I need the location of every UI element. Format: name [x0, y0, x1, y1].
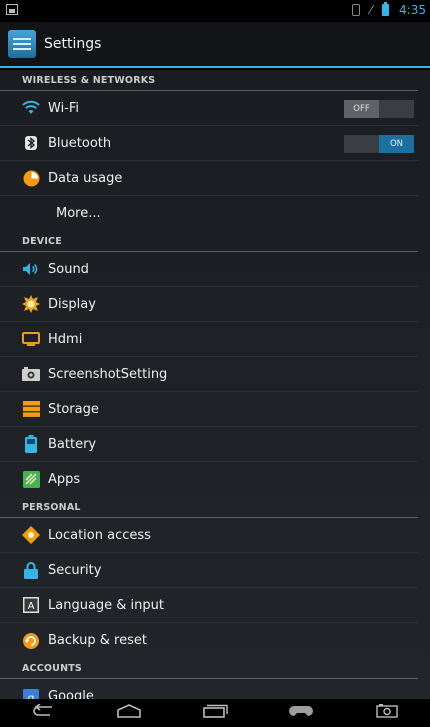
wifi-label: Wi-Fi	[48, 100, 80, 116]
settings-item-data-usage[interactable]: Data usage	[0, 161, 418, 196]
lock-icon	[22, 561, 40, 579]
status-icons: ⁄ 4:35	[352, 2, 426, 17]
section-header-wireless: WIRELESS & NETWORKS	[0, 70, 418, 91]
settings-item-battery[interactable]: Battery	[0, 427, 418, 462]
settings-item-google[interactable]: g Google	[0, 679, 418, 699]
google-icon: g	[22, 688, 40, 699]
section-header-personal: PERSONAL	[0, 497, 418, 518]
keyboard-icon: A	[22, 596, 40, 614]
settings-item-wifi[interactable]: Wi-Fi OFF	[0, 91, 418, 126]
backup-icon	[22, 632, 40, 650]
settings-item-language[interactable]: A Language & input	[0, 588, 418, 623]
settings-list[interactable]: WIRELESS & NETWORKS Wi-Fi OFF Bluetooth …	[0, 70, 430, 699]
display-label: Display	[48, 296, 96, 312]
wifi-toggle[interactable]: OFF	[344, 100, 414, 118]
language-input-label: Language & input	[48, 597, 164, 613]
data-usage-label: Data usage	[48, 170, 123, 186]
status-bar: ⁄ 4:35	[0, 0, 430, 22]
settings-item-apps[interactable]: Apps	[0, 462, 418, 497]
section-header-accounts: ACCOUNTS	[0, 658, 418, 679]
settings-app-icon[interactable]	[8, 30, 36, 58]
svg-text:A: A	[28, 601, 35, 612]
apps-icon	[22, 471, 40, 489]
svg-text:g: g	[28, 691, 35, 699]
wifi-icon	[22, 99, 40, 117]
settings-item-backup[interactable]: Backup & reset	[0, 623, 418, 658]
speaker-icon	[22, 260, 40, 278]
settings-item-more[interactable]: More...	[0, 196, 418, 231]
screenshot-notification-icon	[6, 4, 18, 15]
page-title: Settings	[44, 36, 102, 52]
mute-icon: ⁄	[370, 3, 373, 17]
settings-item-location[interactable]: Location access	[0, 518, 418, 553]
bluetooth-toggle-state: ON	[379, 135, 414, 153]
location-access-label: Location access	[48, 527, 151, 543]
screenshot-icon[interactable]	[367, 704, 407, 722]
bluetooth-label: Bluetooth	[48, 135, 112, 151]
settings-item-bluetooth[interactable]: Bluetooth ON	[0, 126, 418, 161]
settings-item-hdmi[interactable]: Hdmi	[0, 322, 418, 357]
camera-icon	[22, 365, 40, 383]
screenshot-setting-label: ScreenshotSetting	[48, 366, 168, 382]
settings-item-screenshot[interactable]: ScreenshotSetting	[0, 357, 418, 392]
hdmi-label: Hdmi	[48, 331, 83, 347]
bluetooth-icon	[22, 134, 40, 152]
action-bar: Settings	[0, 22, 430, 68]
backup-reset-label: Backup & reset	[48, 633, 147, 648]
storage-icon	[22, 400, 40, 418]
settings-item-sound[interactable]: Sound	[0, 252, 418, 287]
settings-item-security[interactable]: Security	[0, 553, 418, 588]
back-icon[interactable]	[23, 703, 63, 722]
monitor-icon	[22, 330, 40, 348]
battery-status-icon	[382, 2, 390, 16]
bluetooth-toggle[interactable]: ON	[344, 135, 414, 153]
home-icon[interactable]	[109, 704, 149, 722]
wifi-toggle-state: OFF	[344, 100, 379, 118]
recent-apps-icon[interactable]	[195, 704, 235, 722]
storage-label: Storage	[48, 401, 99, 417]
battery-icon	[22, 435, 40, 453]
security-label: Security	[48, 562, 102, 578]
more-label: More...	[56, 206, 101, 221]
brightness-icon	[22, 295, 40, 313]
location-icon	[22, 526, 40, 544]
google-label: Google	[48, 689, 94, 699]
data-usage-icon	[22, 169, 40, 187]
gamepad-icon[interactable]	[281, 704, 321, 722]
apps-label: Apps	[48, 472, 81, 487]
battery-label: Battery	[48, 436, 97, 452]
settings-item-storage[interactable]: Storage	[0, 392, 418, 427]
clock: 4:35	[399, 3, 426, 17]
bluetooth-status-icon	[352, 4, 361, 16]
section-header-device: DEVICE	[0, 231, 418, 252]
settings-item-display[interactable]: Display	[0, 287, 418, 322]
sound-label: Sound	[48, 261, 89, 277]
navigation-bar	[0, 699, 430, 727]
blank-icon-spacer	[22, 205, 40, 223]
